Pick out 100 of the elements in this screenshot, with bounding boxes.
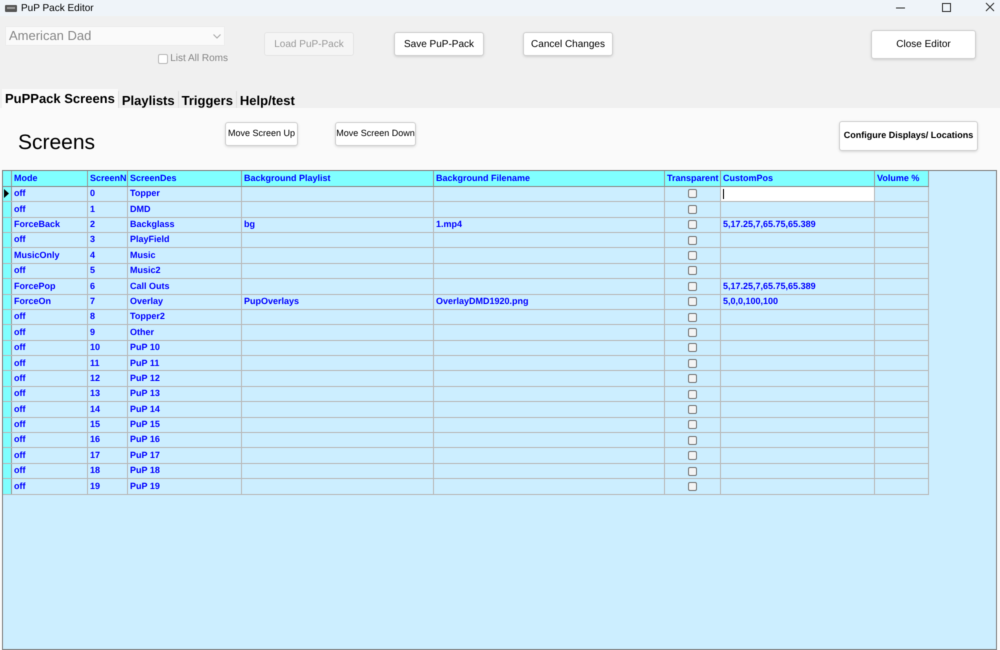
- transparent-checkbox[interactable]: [688, 420, 697, 430]
- table-cell-text: 2: [90, 218, 96, 231]
- transparent-checkbox[interactable]: [688, 189, 697, 198]
- configure-displays-button[interactable]: Configure Displays/ Locations: [839, 120, 978, 151]
- list-all-roms-checkbox[interactable]: [158, 54, 168, 64]
- table-cell-text: PuP 11: [130, 356, 160, 370]
- transparent-checkbox[interactable]: [688, 404, 697, 414]
- column-header[interactable]: ScreenN: [88, 170, 128, 186]
- transparent-checkbox[interactable]: [688, 482, 697, 491]
- table-cell-text: Topper: [130, 187, 160, 200]
- table-cell-text: off: [14, 480, 26, 493]
- transparent-checkbox[interactable]: [688, 374, 697, 384]
- column-header[interactable]: Volume %: [875, 170, 929, 186]
- table-cell-text: 18: [90, 464, 100, 478]
- table-cell-text: 4: [90, 248, 96, 262]
- table-cell-text: Music: [130, 248, 156, 262]
- column-header[interactable]: ScreenDes: [128, 170, 242, 186]
- row-pointer-icon: [3, 189, 9, 198]
- table-cell-text: 0: [90, 187, 96, 200]
- table-cell-text: PlayField: [130, 233, 170, 246]
- table-cell-text: off: [14, 341, 26, 354]
- table-cell-text: Backglass: [130, 218, 175, 231]
- table-cell-text: off: [14, 233, 26, 246]
- table-cell-text: off: [14, 187, 26, 200]
- toolbar-button[interactable]: Save PuP-Pack: [394, 32, 484, 56]
- tab[interactable]: Help/test: [236, 90, 298, 108]
- table-cell-text: ForcePop: [14, 280, 56, 293]
- table-cell-text: 14: [90, 402, 100, 416]
- column-header[interactable]: Mode: [12, 170, 88, 186]
- table-cell-text: PuP 15: [130, 418, 160, 432]
- table-cell-text: PuP 19: [130, 480, 160, 493]
- table-cell-text: off: [14, 464, 26, 478]
- table-cell-text: 5,17.25,7,65.75,65.389: [723, 280, 816, 293]
- move-down-button[interactable]: Move Screen Down: [335, 122, 416, 146]
- table-cell-text: 10: [90, 341, 100, 354]
- transparent-checkbox[interactable]: [688, 220, 697, 230]
- column-header[interactable]: CustomPos: [721, 170, 875, 186]
- table-cell-text: 7: [90, 294, 96, 308]
- table-cell-text: off: [14, 448, 26, 462]
- column-header[interactable]: Background Playlist: [242, 170, 434, 186]
- close-editor-button[interactable]: Close Editor: [871, 30, 976, 59]
- table-cell-text: 13: [90, 387, 100, 400]
- checkbox-label: List All Roms: [170, 52, 228, 66]
- move-up-button[interactable]: Move Screen Up: [225, 122, 298, 146]
- toolbar-button[interactable]: Cancel Changes: [523, 32, 613, 56]
- table-cell-text: 6: [90, 280, 96, 293]
- transparent-checkbox[interactable]: [688, 343, 697, 352]
- transparent-checkbox[interactable]: [688, 297, 697, 306]
- column-header[interactable]: Background Filename: [434, 170, 665, 186]
- table-cell-text: PuP 17: [130, 448, 160, 462]
- table-cell-text: Overlay: [130, 294, 164, 308]
- table-cell-text: 17: [90, 448, 100, 462]
- app-icon: [5, 4, 17, 12]
- table-cell-text: DMD: [130, 202, 150, 216]
- transparent-checkbox[interactable]: [688, 282, 697, 291]
- table-cell-text: PupOverlays: [244, 294, 300, 308]
- transparent-checkbox[interactable]: [688, 466, 697, 476]
- table-cell-text: 15: [90, 418, 100, 432]
- cell-edit-field[interactable]: [721, 186, 874, 202]
- table-cell-text: 1.mp4: [436, 218, 462, 231]
- table-cell-text: off: [14, 356, 26, 370]
- transparent-checkbox[interactable]: [688, 436, 697, 445]
- table-cell-text: off: [14, 264, 26, 278]
- table-cell-text: PuP 13: [130, 387, 160, 400]
- table-cell-text: 1: [90, 202, 96, 216]
- row-header[interactable]: [3, 186, 12, 202]
- table-cell-text: off: [14, 433, 26, 446]
- table-cell-text: Other: [130, 326, 154, 339]
- column-header[interactable]: Transparent: [665, 170, 721, 186]
- table-cell-text: PuP 12: [130, 372, 160, 385]
- table-cell-text: PuP 14: [130, 402, 160, 416]
- transparent-checkbox[interactable]: [688, 312, 697, 322]
- table-cell-text: ForceOn: [14, 294, 52, 308]
- table-cell-text: off: [14, 326, 26, 339]
- table-cell-text: 9: [90, 326, 96, 339]
- table-cell-text: ForceBack: [14, 218, 60, 231]
- table-cell-text: 16: [90, 433, 100, 446]
- table-cell-text: Topper2: [130, 310, 165, 324]
- transparent-checkbox[interactable]: [688, 451, 697, 460]
- table-cell-text: PuP 10: [130, 341, 160, 354]
- table-cell-text: off: [14, 402, 26, 416]
- table-cell-text: 3: [90, 233, 96, 246]
- transparent-checkbox[interactable]: [688, 328, 697, 337]
- table-cell-text: 8: [90, 310, 96, 324]
- transparent-checkbox[interactable]: [688, 358, 697, 368]
- transparent-checkbox[interactable]: [688, 266, 697, 276]
- table-cell-text: PuP 18: [130, 464, 160, 478]
- table-cell-text: Call Outs: [130, 280, 170, 293]
- transparent-checkbox[interactable]: [688, 251, 697, 260]
- table-cell-text: Music2: [130, 264, 161, 278]
- tab[interactable]: PuPPack Screens: [2, 88, 118, 108]
- transparent-checkbox[interactable]: [688, 204, 697, 214]
- transparent-checkbox[interactable]: [688, 236, 697, 245]
- transparent-checkbox[interactable]: [688, 390, 697, 399]
- table-cell-text: 5: [90, 264, 96, 278]
- section-heading: Screens: [18, 130, 96, 156]
- table-cell-text: off: [14, 202, 26, 216]
- table-cell-text: MusicOnly: [14, 248, 60, 262]
- chevron-down-icon: [213, 34, 221, 38]
- table-cell-text: 19: [90, 480, 100, 493]
